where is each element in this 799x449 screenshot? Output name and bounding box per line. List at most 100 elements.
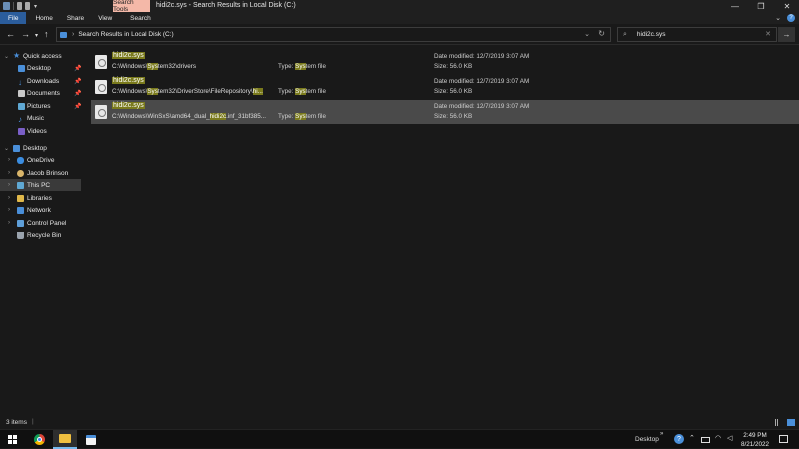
sidebar-item-music[interactable]: ♪ Music xyxy=(0,112,81,124)
minimize-button[interactable]: — xyxy=(722,0,748,12)
system-clock[interactable]: 2:49 PM 8/21/2022 xyxy=(741,431,769,449)
result-row[interactable]: hidi2c.sys C:\Windows\System32\DriverSto… xyxy=(91,75,799,99)
file-path: C:\Windows\WinSxS\amd64_dual_hidi2c.inf_… xyxy=(112,113,266,120)
sidebar-item-downloads[interactable]: ↓ Downloads 📌 xyxy=(0,75,81,87)
sidebar-item-label: Documents xyxy=(27,89,60,97)
sidebar-item-pictures[interactable]: Pictures 📌 xyxy=(0,100,81,112)
notifications-icon[interactable] xyxy=(779,435,788,443)
desktop-toolbar-label[interactable]: Desktop xyxy=(635,436,659,443)
result-row[interactable]: hidi2c.sys C:\Windows\System32\drivers T… xyxy=(91,50,799,74)
sidebar-item-documents[interactable]: Documents 📌 xyxy=(0,87,81,99)
sidebar-item-this-pc[interactable]: › This PC xyxy=(0,179,81,191)
chevron-right-icon[interactable]: › xyxy=(8,182,10,188)
picture-icon xyxy=(18,102,25,110)
search-box[interactable]: ⌕ hidi2c.sys ✕ xyxy=(617,27,777,42)
download-arrow-icon: ↓ xyxy=(18,77,22,87)
new-folder-icon[interactable] xyxy=(25,2,30,10)
chevron-down-icon[interactable]: ⌄ xyxy=(4,53,9,60)
date-modified: Date modified: 12/7/2019 3:07 AM xyxy=(434,53,530,60)
sidebar-item-label: Downloads xyxy=(27,77,60,85)
battery-icon[interactable] xyxy=(701,437,710,443)
chevron-right-icon[interactable]: › xyxy=(8,220,10,226)
sidebar-item-videos[interactable]: Videos xyxy=(0,125,81,137)
tab-home[interactable]: Home xyxy=(28,12,59,24)
details-view-icon[interactable] xyxy=(775,419,778,426)
properties-icon[interactable] xyxy=(17,2,22,10)
explorer-icon xyxy=(3,2,10,10)
navigation-pane: ⌄ ★ Quick access Desktop 📌 ↓ Downloads 📌… xyxy=(0,46,81,417)
start-button[interactable] xyxy=(0,430,25,449)
tiles-view-icon[interactable] xyxy=(787,419,795,426)
breadcrumb-chevron-icon[interactable]: › xyxy=(72,31,74,38)
help-tray-icon[interactable]: ? xyxy=(674,434,684,444)
up-arrow-icon[interactable]: ↑ xyxy=(44,29,49,39)
chevron-right-icon[interactable]: › xyxy=(8,207,10,213)
sidebar-item-onedrive[interactable]: › OneDrive xyxy=(0,154,81,166)
sidebar-item-network[interactable]: › Network xyxy=(0,204,81,216)
sidebar-item-label: Jacob Brinson xyxy=(27,169,69,177)
result-row[interactable]: hidi2c.sys C:\Windows\WinSxS\amd64_dual_… xyxy=(91,100,799,124)
sidebar-item-libraries[interactable]: › Libraries xyxy=(0,192,81,204)
search-input[interactable]: hidi2c.sys xyxy=(637,31,666,38)
chevron-right-icon[interactable]: › xyxy=(8,157,10,163)
file-name[interactable]: hidi2c.sys xyxy=(112,77,145,84)
help-icon[interactable]: ? xyxy=(787,14,795,22)
tab-share[interactable]: Share xyxy=(60,12,91,24)
volume-icon[interactable]: ◁ xyxy=(727,434,732,442)
file-type: Type: System file xyxy=(278,88,326,95)
back-arrow-icon[interactable]: ← xyxy=(6,29,15,39)
refresh-icon[interactable]: ↻ xyxy=(598,29,605,38)
sidebar-item-user[interactable]: › Jacob Brinson xyxy=(0,167,81,179)
sidebar-item-desktop-qa[interactable]: Desktop 📌 xyxy=(0,62,81,74)
path-highlight: Sys xyxy=(147,88,158,95)
close-button[interactable]: ✕ xyxy=(774,0,799,12)
tab-view[interactable]: View xyxy=(91,12,119,24)
file-name[interactable]: hidi2c.sys xyxy=(112,102,145,109)
network-icon xyxy=(17,206,24,214)
chevron-right-icon[interactable]: › xyxy=(8,195,10,201)
recent-locations-icon[interactable]: ▾ xyxy=(35,31,38,41)
tab-search[interactable]: Search xyxy=(123,12,158,24)
forward-arrow-icon[interactable]: → xyxy=(21,29,30,39)
taskbar-file-explorer[interactable] xyxy=(53,430,77,449)
sidebar-item-control-panel[interactable]: › Control Panel xyxy=(0,217,81,229)
cloud-icon xyxy=(17,156,24,164)
file-path: C:\Windows\System32\drivers xyxy=(112,63,196,70)
file-name[interactable]: hidi2c.sys xyxy=(112,52,145,59)
qat-dropdown-icon[interactable]: ▾ xyxy=(34,3,37,10)
chevron-down-icon[interactable]: ⌄ xyxy=(4,145,9,152)
sidebar-item-label: Control Panel xyxy=(27,219,67,227)
sidebar-item-label: Recycle Bin xyxy=(27,231,62,239)
sidebar-item-desktop[interactable]: ⌄ Desktop xyxy=(0,142,81,154)
results-pane: hidi2c.sys C:\Windows\System32\drivers T… xyxy=(81,46,799,417)
tab-file[interactable]: File xyxy=(0,12,27,24)
sidebar-item-label: This PC xyxy=(27,181,51,189)
address-bar[interactable]: › Search Results in Local Disk (C:) ⌄ ↻ xyxy=(56,27,611,42)
tray-expand-icon[interactable]: » xyxy=(660,431,663,437)
expand-ribbon-icon[interactable]: ⌄ xyxy=(775,14,781,22)
sidebar-item-label: Quick access xyxy=(23,52,62,60)
music-note-icon: ♪ xyxy=(18,114,22,124)
chevron-right-icon[interactable]: › xyxy=(8,170,10,176)
clock-time: 2:49 PM xyxy=(743,432,767,439)
address-dropdown-icon[interactable]: ⌄ xyxy=(584,30,590,38)
maximize-button[interactable]: ❐ xyxy=(748,0,774,12)
path-text: C:\Windows\WinSxS\amd64_dual_ xyxy=(112,113,210,120)
date-modified: Date modified: 12/7/2019 3:07 AM xyxy=(434,103,530,110)
type-text: tem file xyxy=(305,63,326,70)
wifi-icon[interactable]: ◠ xyxy=(715,434,721,442)
taskbar-chrome[interactable] xyxy=(27,430,51,449)
system-file-icon xyxy=(95,105,107,119)
sidebar-item-label: Pictures xyxy=(27,102,51,110)
sidebar-item-recycle-bin[interactable]: Recycle Bin xyxy=(0,229,81,241)
taskbar-store[interactable] xyxy=(79,430,103,449)
user-icon xyxy=(17,169,24,177)
clear-search-icon[interactable]: ✕ xyxy=(765,30,771,38)
type-text: tem file xyxy=(305,113,326,120)
search-go-button[interactable]: → xyxy=(778,27,795,42)
show-hidden-icons-icon[interactable]: ⌃ xyxy=(689,434,695,442)
address-path[interactable]: Search Results in Local Disk (C:) xyxy=(78,31,173,38)
sidebar-item-quick-access[interactable]: ⌄ ★ Quick access xyxy=(0,50,81,62)
search-tools-context-tab: Search Tools xyxy=(113,0,150,13)
system-file-icon xyxy=(95,80,107,94)
